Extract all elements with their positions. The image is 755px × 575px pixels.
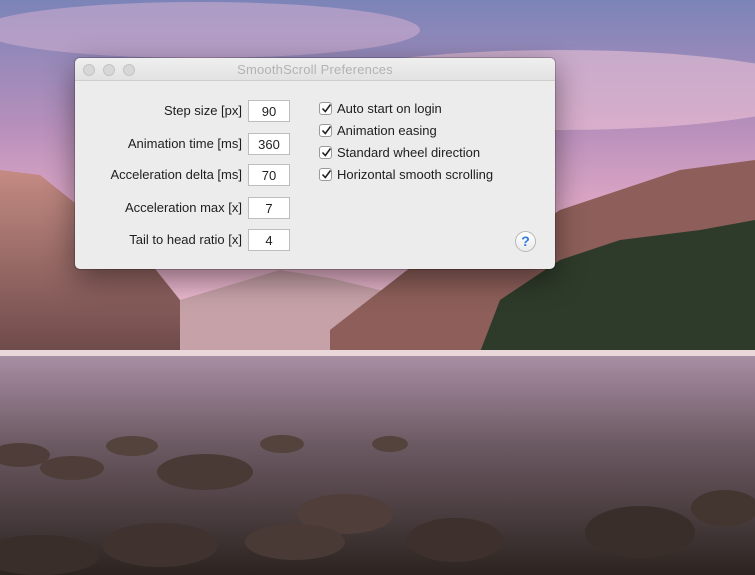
animation-time-label: Animation time [ms] <box>127 136 242 151</box>
acceleration-max-input[interactable]: 7 <box>248 197 290 219</box>
checkmark-icon <box>321 126 332 135</box>
titlebar[interactable]: SmoothScroll Preferences <box>75 58 555 81</box>
preferences-window: SmoothScroll Preferences Step size [px] … <box>75 58 555 269</box>
acceleration-delta-label: Acceleration delta [ms] <box>110 167 242 182</box>
acceleration-delta-input[interactable]: 70 <box>248 164 290 186</box>
auto-start-label: Auto start on login <box>337 101 442 116</box>
checkmark-icon <box>321 170 332 179</box>
tail-to-head-ratio-label: Tail to head ratio [x] <box>129 232 242 247</box>
step-size-row: Step size [px] <box>75 100 242 122</box>
step-size-input[interactable]: 90 <box>248 100 290 122</box>
animation-easing-label: Animation easing <box>337 123 437 138</box>
help-button[interactable]: ? <box>515 231 536 252</box>
horizontal-smooth-scrolling-label: Horizontal smooth scrolling <box>337 167 494 182</box>
step-size-label: Step size [px] <box>163 103 242 118</box>
standard-wheel-direction-checkbox[interactable] <box>319 146 332 159</box>
horizontal-smooth-scrolling-checkbox[interactable] <box>319 168 332 181</box>
acceleration-delta-row: Acceleration delta [ms] <box>75 164 242 186</box>
animation-easing-checkbox[interactable] <box>319 124 332 137</box>
animation-time-row: Animation time [ms] <box>75 133 242 155</box>
help-icon: ? <box>521 233 530 249</box>
animation-time-input[interactable]: 360 <box>248 133 290 155</box>
auto-start-checkbox[interactable] <box>319 102 332 115</box>
standard-wheel-direction-label: Standard wheel direction <box>337 145 481 160</box>
checkmark-icon <box>321 148 332 157</box>
checkmark-icon <box>321 104 332 113</box>
tail-to-head-ratio-input[interactable]: 4 <box>248 229 290 251</box>
window-title: SmoothScroll Preferences <box>237 62 393 77</box>
tail-to-head-ratio-row: Tail to head ratio [x] <box>75 229 242 251</box>
acceleration-max-label: Acceleration max [x] <box>124 200 242 215</box>
acceleration-max-row: Acceleration max [x] <box>75 197 242 219</box>
